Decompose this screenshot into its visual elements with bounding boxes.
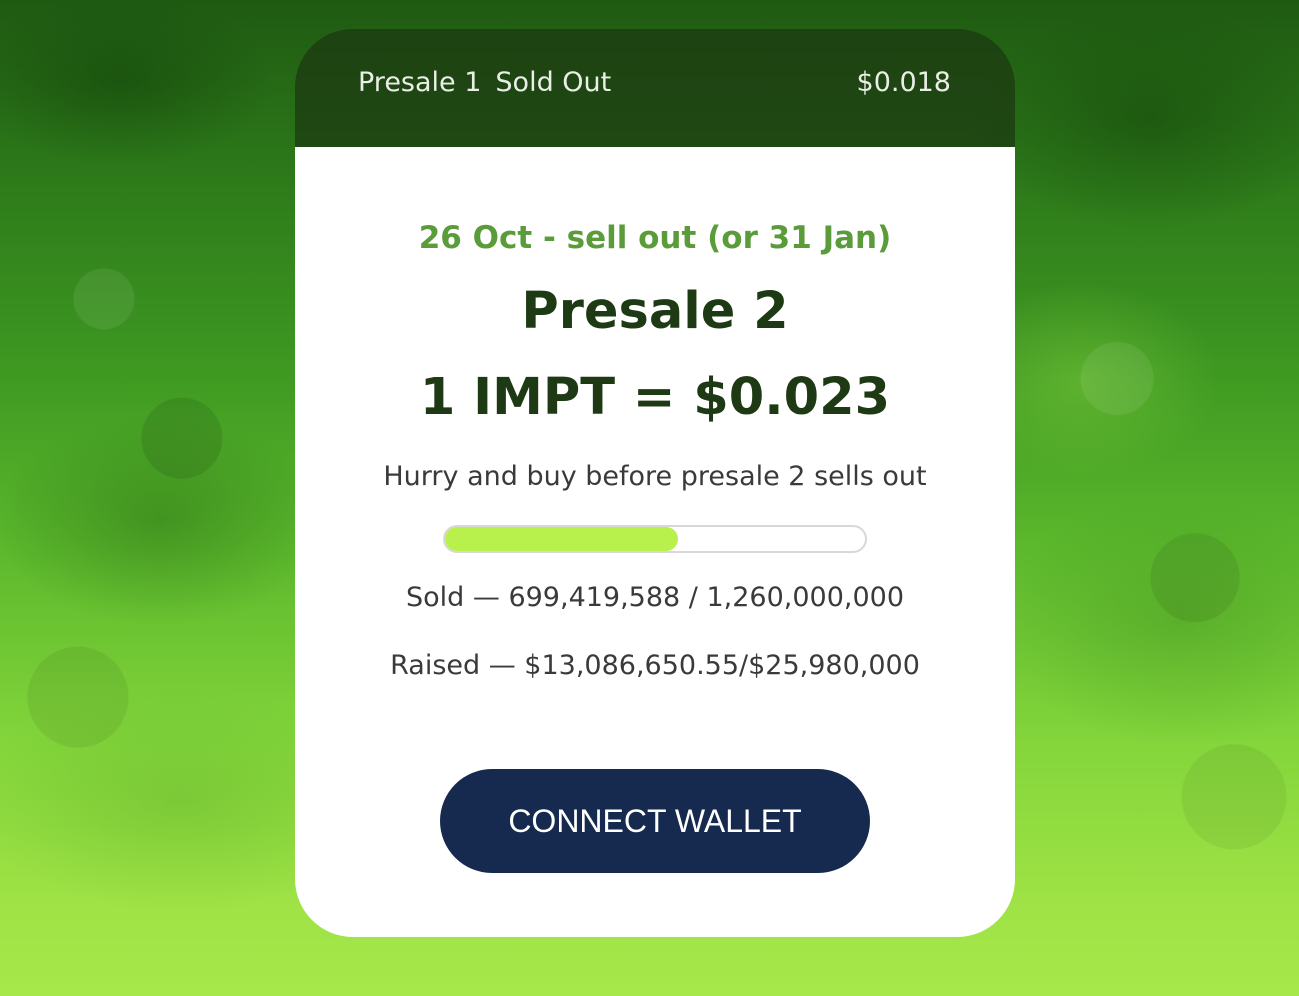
connect-wallet-button[interactable]: CONNECT WALLET: [440, 769, 870, 873]
sale-progress-bar: [443, 525, 867, 553]
previous-stage-status: Sold Out: [495, 67, 612, 98]
presale-card: 26 Oct - sell out (or 31 Jan) Presale 2 …: [295, 147, 1015, 937]
previous-stage-label: Presale 1: [358, 67, 482, 98]
previous-stage-info: Presale 1 Sold Out: [358, 67, 611, 98]
hurry-message: Hurry and buy before presale 2 sells out: [383, 461, 927, 492]
presale-title: Presale 2: [521, 282, 789, 341]
previous-stage-price: $0.018: [856, 67, 951, 98]
presale-widget: Presale 1 Sold Out $0.018 26 Oct - sell o…: [295, 29, 1015, 937]
presale-dates: 26 Oct - sell out (or 31 Jan): [418, 220, 892, 256]
sold-amount: Sold — 699,419,588 / 1,260,000,000: [405, 582, 905, 613]
token-price: 1 IMPT = $0.023: [419, 368, 891, 427]
sale-progress-fill: [445, 527, 679, 551]
previous-stage-bar: Presale 1 Sold Out $0.018: [295, 29, 1015, 147]
raised-amount: Raised — $13,086,650.55/$25,980,000: [390, 650, 920, 681]
